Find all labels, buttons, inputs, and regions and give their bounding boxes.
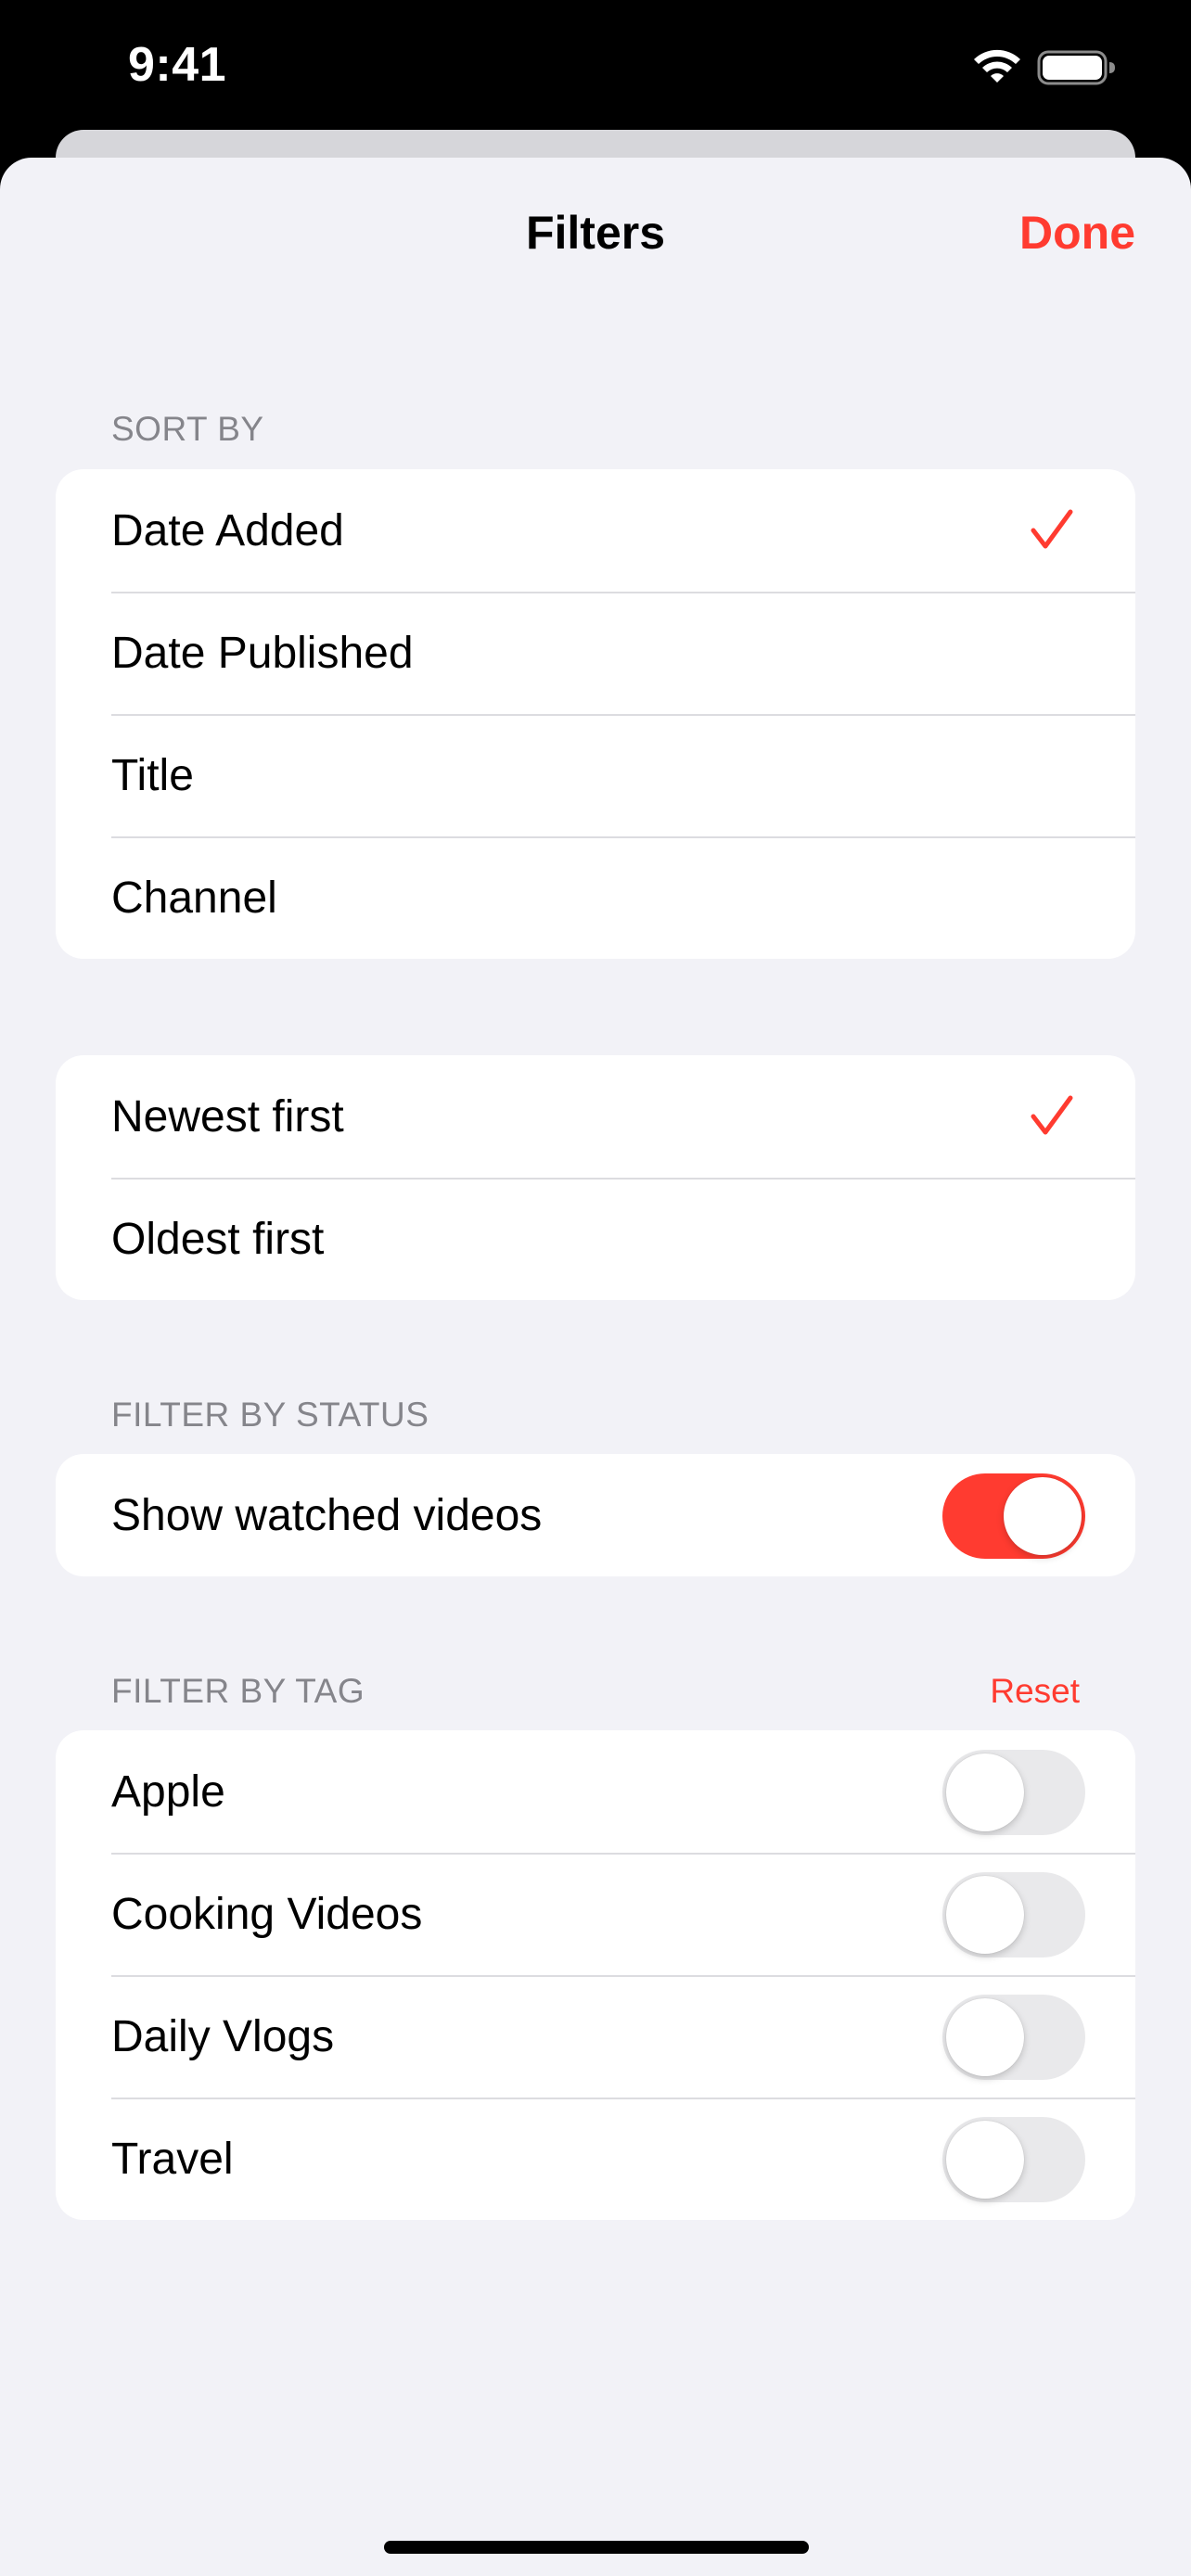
status-bar: 9:41 bbox=[0, 0, 1191, 130]
order-option-newest-first[interactable]: Newest first bbox=[56, 1055, 1135, 1178]
tag-row-travel: Travel bbox=[56, 2098, 1135, 2220]
page-title: Filters bbox=[525, 207, 666, 259]
tag-row-apple: Apple bbox=[56, 1730, 1135, 1853]
sort-option-label: Date Added bbox=[111, 505, 344, 555]
tag-toggle-travel[interactable] bbox=[942, 2117, 1085, 2202]
sort-option-date-published[interactable]: Date Published bbox=[56, 592, 1135, 714]
reset-tags-button[interactable]: Reset bbox=[990, 1672, 1080, 1711]
checkmark-icon bbox=[1031, 1095, 1073, 1135]
tag-row-daily-vlogs: Daily Vlogs bbox=[56, 1975, 1135, 2098]
sort-option-label: Date Published bbox=[111, 628, 414, 678]
toggle-knob bbox=[946, 1876, 1024, 1954]
toggle-knob bbox=[946, 1753, 1024, 1831]
tag-label: Travel bbox=[111, 2134, 234, 2184]
tag-label: Daily Vlogs bbox=[111, 2011, 335, 2061]
wifi-icon bbox=[974, 49, 1020, 83]
tag-label: Cooking Videos bbox=[111, 1889, 423, 1939]
order-option-label: Newest first bbox=[111, 1091, 344, 1141]
sort-by-header: SORT BY bbox=[111, 410, 264, 448]
done-button[interactable]: Done bbox=[1019, 206, 1135, 260]
status-time: 9:41 bbox=[128, 38, 227, 92]
toggle-knob bbox=[1004, 1477, 1082, 1555]
filter-by-tag-group: Apple Cooking Videos Daily Vlogs Travel bbox=[56, 1730, 1135, 2220]
sort-option-label: Title bbox=[111, 750, 194, 800]
checkmark-icon bbox=[1031, 509, 1073, 549]
sort-option-title[interactable]: Title bbox=[56, 714, 1135, 836]
filter-by-tag-header: FILTER BY TAG bbox=[111, 1672, 365, 1710]
tag-label: Apple bbox=[111, 1766, 225, 1817]
sort-by-group: Date Added Date Published Title Channel bbox=[56, 469, 1135, 959]
sort-option-label: Channel bbox=[111, 873, 277, 923]
show-watched-row: Show watched videos bbox=[56, 1454, 1135, 1576]
filter-by-status-header: FILTER BY STATUS bbox=[111, 1396, 429, 1434]
filter-by-status-group: Show watched videos bbox=[56, 1454, 1135, 1576]
sort-option-channel[interactable]: Channel bbox=[56, 836, 1135, 959]
show-watched-label: Show watched videos bbox=[111, 1490, 543, 1540]
home-indicator[interactable] bbox=[384, 2541, 809, 2554]
sort-option-date-added[interactable]: Date Added bbox=[56, 469, 1135, 592]
show-watched-toggle[interactable] bbox=[942, 1473, 1085, 1559]
order-option-label: Oldest first bbox=[111, 1214, 325, 1264]
order-option-oldest-first[interactable]: Oldest first bbox=[56, 1178, 1135, 1300]
toggle-knob bbox=[946, 2121, 1024, 2199]
tag-toggle-apple[interactable] bbox=[942, 1750, 1085, 1835]
tag-toggle-daily-vlogs[interactable] bbox=[942, 1995, 1085, 2080]
tag-row-cooking-videos: Cooking Videos bbox=[56, 1853, 1135, 1975]
tag-toggle-cooking-videos[interactable] bbox=[942, 1872, 1085, 1958]
order-group: Newest first Oldest first bbox=[56, 1055, 1135, 1300]
toggle-knob bbox=[946, 1998, 1024, 2076]
battery-icon bbox=[1037, 50, 1115, 85]
